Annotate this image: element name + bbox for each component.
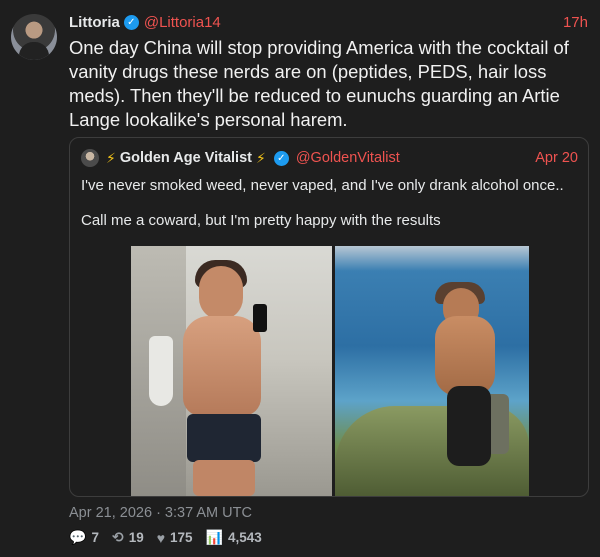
reply-icon: 💬 [69,529,87,545]
quoted-author-avatar[interactable] [81,149,99,167]
author-handle[interactable]: @Littoria14 [144,14,221,31]
bar-chart-icon: 📊 [205,529,223,545]
quoted-post-time[interactable]: Apr 20 [535,150,578,166]
post-stats: 💬 7 ⟲ 19 ♥ 175 📊 4,543 [69,529,275,546]
post-time[interactable]: 17h [563,14,588,31]
post-text: One day China will stop providing Americ… [69,37,569,130]
quoted-post-text-line2: Call me a coward, but I'm pretty happy w… [81,212,441,229]
verified-badge-icon: ✓ [123,14,139,30]
post-date: Apr 21, 2026 · 3:37 AM UTC [69,505,252,521]
like-count-value: 175 [170,530,193,545]
author-name[interactable]: Littoria [69,14,120,31]
author-avatar[interactable] [11,14,57,60]
quoted-post-text-line1: I've never smoked weed, never vaped, and… [81,177,564,194]
lightning-icon: ⚡ [106,149,116,166]
quoted-post[interactable]: ⚡ Golden Age Vitalist ⚡ ✓ @GoldenVitalis… [69,137,589,497]
reply-count[interactable]: 💬 7 [69,529,99,546]
quoted-image-mirror-selfie[interactable] [131,246,332,496]
quoted-post-header: ⚡ Golden Age Vitalist ⚡ ✓ @GoldenVitalis… [81,148,578,168]
like-count[interactable]: ♥ 175 [157,530,193,546]
post-header: Littoria ✓ @Littoria14 17h [69,12,588,32]
quoted-image-coastline[interactable] [335,246,529,496]
lightning-icon: ⚡ [255,149,266,166]
quoted-author-handle[interactable]: @GoldenVitalist [296,150,400,166]
reply-count-value: 7 [91,530,99,545]
retweet-count-value: 19 [128,530,144,545]
quoted-author-name[interactable]: Golden Age Vitalist [120,150,252,166]
view-count[interactable]: 📊 4,543 [206,529,262,546]
verified-badge-icon: ✓ [273,150,289,166]
retweet-icon: ⟲ [111,529,124,545]
retweet-count[interactable]: ⟲ 19 [112,529,144,546]
heart-icon: ♥ [156,529,166,546]
view-count-value: 4,543 [228,530,262,545]
